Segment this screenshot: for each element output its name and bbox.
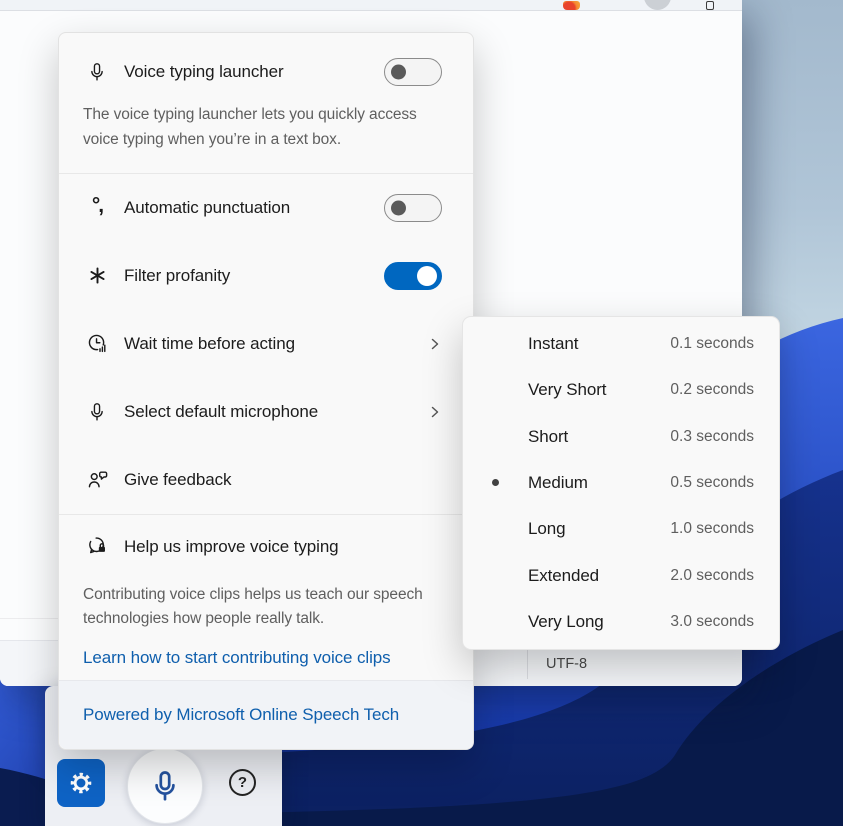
submenu-item-value: 3.0 seconds — [670, 613, 754, 631]
screen: UTF-8 ? — [0, 0, 843, 826]
submenu-item-label: Long — [528, 519, 565, 539]
wait-time-submenu: Instant 0.1 seconds Very Short 0.2 secon… — [462, 316, 780, 650]
submenu-item-short[interactable]: Short 0.3 seconds — [463, 414, 779, 460]
submenu-item-label: Extended — [528, 566, 599, 586]
submenu-item-value: 0.2 seconds — [670, 381, 754, 399]
selected-bullet — [492, 479, 499, 486]
menu-item-select-default-microphone[interactable]: Select default microphone — [59, 378, 473, 446]
submenu-item-instant[interactable]: Instant 0.1 seconds — [463, 321, 779, 367]
settings-button[interactable] — [57, 759, 105, 807]
toggle-knob — [391, 200, 406, 215]
microphone-icon — [85, 60, 109, 84]
submenu-item-value: 0.3 seconds — [670, 428, 754, 446]
speech-bubble-lock-icon — [85, 535, 109, 559]
submenu-item-label: Instant — [528, 334, 578, 354]
menu-item-label: Automatic punctuation — [124, 198, 290, 218]
menu-item-label: Select default microphone — [124, 402, 318, 422]
microphone-icon — [147, 768, 183, 804]
submenu-item-long[interactable]: Long 1.0 seconds — [463, 506, 779, 552]
toggle-knob — [417, 266, 437, 286]
filter-profanity-toggle[interactable] — [384, 262, 442, 290]
menu-item-wait-time[interactable]: Wait time before acting — [59, 310, 473, 378]
improve-description: Contributing voice clips helps us teach … — [83, 583, 423, 633]
powered-by-link[interactable]: Powered by Microsoft Online Speech Tech — [83, 705, 399, 725]
browser-toolbar-edge — [0, 0, 742, 11]
submenu-item-extended[interactable]: Extended 2.0 seconds — [463, 552, 779, 598]
submenu-item-value: 2.0 seconds — [670, 567, 754, 585]
menu-item-label: Give feedback — [124, 470, 231, 490]
menu-item-label: Filter profanity — [124, 266, 230, 286]
chevron-right-icon — [428, 337, 442, 351]
gear-icon — [68, 770, 94, 796]
submenu-item-label: Very Long — [528, 612, 604, 632]
submenu-item-value: 0.5 seconds — [670, 474, 754, 492]
voice-typing-launcher-toggle[interactable] — [384, 58, 442, 86]
automatic-punctuation-toggle[interactable] — [384, 194, 442, 222]
submenu-item-label: Very Short — [528, 380, 606, 400]
clock-wait-icon — [85, 332, 109, 356]
question-mark-glyph: ? — [238, 774, 247, 791]
menu-item-label: Wait time before acting — [124, 334, 295, 354]
toggle-knob — [391, 65, 406, 80]
submenu-item-value: 0.1 seconds — [670, 335, 754, 353]
menu-item-label: Help us improve voice typing — [124, 537, 339, 557]
avatar — [644, 0, 671, 10]
chevron-right-icon — [428, 405, 442, 419]
menu-item-automatic-punctuation[interactable]: °, Automatic punctuation — [59, 174, 473, 242]
menu-item-filter-profanity[interactable]: Filter profanity — [59, 242, 473, 310]
learn-contributing-link[interactable]: Learn how to start contributing voice cl… — [83, 648, 449, 668]
submenu-item-value: 1.0 seconds — [670, 520, 754, 538]
asterisk-icon — [85, 264, 109, 288]
voice-typing-mic-button[interactable] — [127, 748, 203, 824]
submenu-item-very-short[interactable]: Very Short 0.2 seconds — [463, 367, 779, 413]
feedback-icon — [85, 468, 109, 492]
menu-item-give-feedback[interactable]: Give feedback — [59, 446, 473, 514]
submenu-item-label: Short — [528, 427, 568, 447]
menu-item-label: Voice typing launcher — [124, 62, 284, 82]
punctuation-icon: °, — [85, 196, 109, 220]
menu-item-voice-typing-launcher[interactable]: Voice typing launcher — [59, 49, 473, 95]
submenu-item-medium[interactable]: Medium 0.5 seconds — [463, 460, 779, 506]
voice-typing-settings-flyout: Voice typing launcher The voice typing l… — [58, 32, 474, 750]
help-button[interactable]: ? — [229, 769, 256, 796]
launcher-description: The voice typing launcher lets you quick… — [83, 103, 423, 153]
flyout-footer: Powered by Microsoft Online Speech Tech — [59, 680, 473, 749]
submenu-item-very-long[interactable]: Very Long 3.0 seconds — [463, 599, 779, 645]
microphone-icon — [85, 400, 109, 424]
submenu-item-label: Medium — [528, 473, 588, 493]
menu-item-help-improve[interactable]: Help us improve voice typing — [59, 519, 473, 575]
page-icon — [706, 1, 714, 10]
browser-logo-icon — [563, 1, 580, 10]
status-bar-divider — [527, 648, 528, 679]
